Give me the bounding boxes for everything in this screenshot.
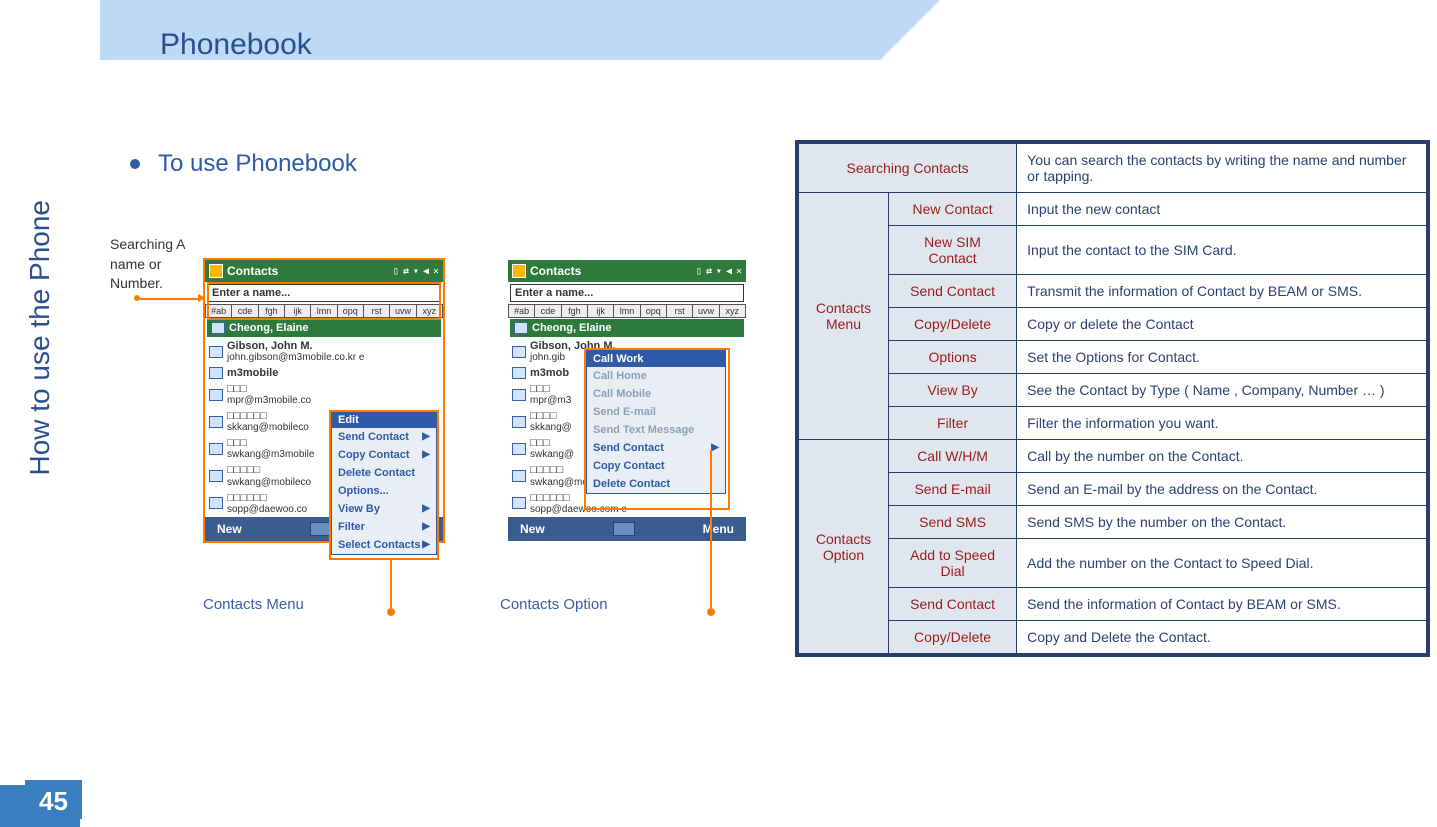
contact-icon	[512, 389, 526, 401]
menu-item-send-contact[interactable]: Send Contact▶	[332, 428, 436, 446]
contact-icon	[209, 389, 223, 401]
contact-icon	[514, 322, 528, 334]
menu-item-view-by[interactable]: View By▶	[332, 500, 436, 518]
status-icons: ▯⇄▾◀✕	[393, 266, 439, 277]
search-callout: Searching A name or Number.	[110, 235, 195, 294]
contact-icon	[209, 470, 223, 482]
search-input[interactable]: Enter a name...	[207, 284, 441, 302]
option-item-delete-contact[interactable]: Delete Contact	[587, 475, 725, 493]
contact-icon	[512, 416, 526, 428]
caption-connector-1	[390, 560, 392, 612]
section-bullet: To use Phonebook	[130, 150, 357, 178]
row-desc: You can search the contacts by writing t…	[1017, 144, 1427, 193]
tab-uvw[interactable]: uvw	[390, 304, 416, 318]
status-icons: ▯⇄▾◀✕	[696, 266, 742, 277]
contact-icon	[512, 497, 526, 509]
contact-icon	[512, 443, 526, 455]
list-item[interactable]: m3mobile	[205, 365, 443, 381]
tab-lmn[interactable]: lmn	[311, 304, 337, 318]
menu-item-copy-contact[interactable]: Copy Contact▶	[332, 446, 436, 464]
contact-list: Gibson, John M.john.gibson@m3mobile.co.k…	[205, 338, 443, 517]
search-input[interactable]: Enter a name...	[510, 284, 744, 302]
row-header: Searching Contacts	[799, 144, 1017, 193]
tab-rst[interactable]: rst	[364, 304, 390, 318]
contact-icon	[209, 497, 223, 509]
contact-icon	[211, 322, 225, 334]
menu-item-filter[interactable]: Filter▶	[332, 518, 436, 536]
contact-icon	[512, 470, 526, 482]
phone-title-text: Contacts	[530, 264, 581, 278]
alpha-tabs[interactable]: #abcdefghijklmnopqrstuvwxyz	[508, 304, 746, 318]
group-contacts-menu: Contacts Menu	[799, 193, 889, 440]
tab-cde[interactable]: cde	[232, 304, 258, 318]
option-item-copy-contact[interactable]: Copy Contact	[587, 457, 725, 475]
option-item-send-email[interactable]: Send E-mail	[587, 403, 725, 421]
contact-icon	[209, 416, 223, 428]
alpha-tabs[interactable]: #ab cde fgh ijk lmn opq rst uvw xyz	[205, 304, 443, 318]
phone-titlebar: Contacts ▯⇄▾◀✕	[508, 260, 746, 282]
list-item[interactable]: Gibson, John M.john.gibson@m3mobile.co.k…	[205, 338, 443, 365]
option-item-call-mobile[interactable]: Call Mobile	[587, 385, 725, 403]
contact-icon	[512, 346, 526, 358]
page-number: 45	[25, 780, 82, 819]
side-section-label: How to use the Phone	[24, 200, 56, 476]
start-icon	[512, 264, 526, 278]
contact-icon	[512, 367, 526, 379]
menu-item-options[interactable]: Options...	[332, 482, 436, 500]
contact-icon	[209, 367, 223, 379]
softkey-new[interactable]: New	[520, 522, 545, 536]
softkey-new[interactable]: New	[217, 522, 242, 536]
callout-connector	[140, 298, 200, 312]
contact-highlighted[interactable]: Cheong, Elaine	[510, 319, 744, 337]
softkey-menu[interactable]: Menu	[703, 522, 734, 536]
bullet-text: To use Phonebook	[158, 150, 357, 178]
group-contacts-option: Contacts Option	[799, 440, 889, 654]
reference-table: Searching Contacts You can search the co…	[795, 140, 1430, 657]
phone-mock-contacts-menu: Contacts ▯⇄▾◀✕ Enter a name... #ab cde f…	[203, 258, 445, 543]
tab-ijk[interactable]: ijk	[285, 304, 311, 318]
contacts-menu-popup: Edit Send Contact▶ Copy Contact▶ Delete …	[331, 412, 437, 555]
contacts-option-popup: Call Work Call Home Call Mobile Send E-m…	[586, 350, 726, 494]
tab-opq[interactable]: opq	[338, 304, 364, 318]
keyboard-icon[interactable]	[310, 522, 332, 536]
option-item-call-home[interactable]: Call Home	[587, 367, 725, 385]
caption-connector-2	[710, 450, 712, 612]
keyboard-icon[interactable]	[613, 522, 635, 536]
option-item-send-text[interactable]: Send Text Message	[587, 421, 725, 439]
contact-icon	[209, 443, 223, 455]
tab-ab[interactable]: #ab	[205, 304, 232, 318]
list-item[interactable]: □□□mpr@m3mobile.co	[205, 381, 443, 408]
caption-contacts-option: Contacts Option	[500, 596, 608, 613]
contact-icon	[209, 346, 223, 358]
page-title: Phonebook	[160, 28, 312, 62]
menu-item-select-contacts[interactable]: Select Contacts▶	[332, 536, 436, 554]
phone-title-text: Contacts	[227, 264, 278, 278]
menu-item-delete-contact[interactable]: Delete Contact	[332, 464, 436, 482]
bullet-icon	[130, 159, 140, 169]
contact-highlighted[interactable]: Cheong, Elaine	[207, 319, 441, 337]
tab-fgh[interactable]: fgh	[259, 304, 285, 318]
footer-bar	[0, 785, 1437, 827]
caption-contacts-menu: Contacts Menu	[203, 596, 304, 613]
start-icon	[209, 264, 223, 278]
option-item-send-contact[interactable]: Send Contact▶	[587, 439, 725, 457]
phone-titlebar: Contacts ▯⇄▾◀✕	[205, 260, 443, 282]
menu-head[interactable]: Edit	[332, 412, 436, 428]
tab-xyz[interactable]: xyz	[417, 304, 443, 318]
option-head[interactable]: Call Work	[587, 351, 725, 367]
